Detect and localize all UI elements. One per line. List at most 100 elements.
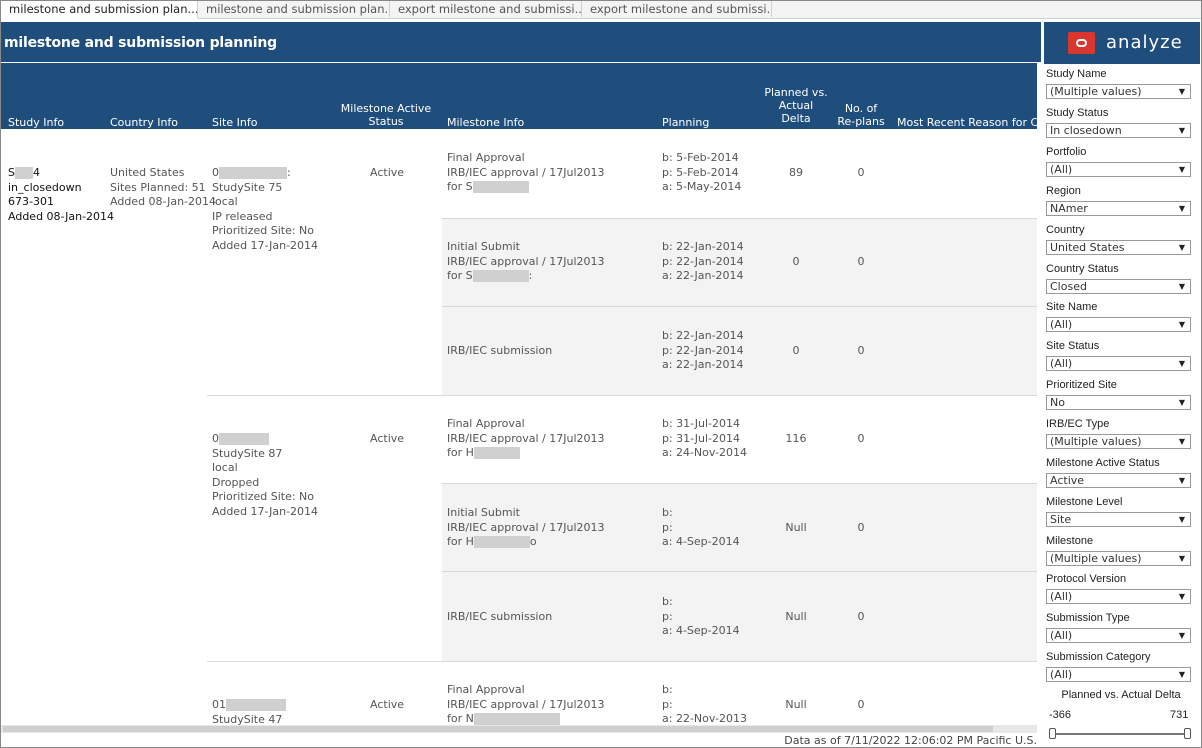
filter-submission-type[interactable]: (All) ▼ (1046, 628, 1191, 643)
milestone-name[interactable]: Final Approval (447, 151, 605, 166)
site-name: StudySite 75 (212, 180, 283, 194)
filter-study-name[interactable]: (Multiple values) ▼ (1046, 84, 1191, 99)
milestone-active-status: Active (370, 698, 405, 711)
redacted-text (472, 181, 529, 193)
planning-dates: b: p: a: 4-Sep-2014 (662, 595, 740, 639)
col-no-of-replans[interactable]: No. of Re-plans (831, 102, 891, 128)
delta-value: 0 (792, 255, 800, 268)
redacted-text (473, 713, 560, 725)
milestone-name[interactable]: Initial Submit (447, 506, 605, 521)
planning-planned: p: (662, 609, 673, 623)
planning-baseline: b: (662, 595, 673, 608)
planning-baseline: b: 31-Jul-2014 (662, 417, 740, 430)
filter-country[interactable]: United States ▼ (1046, 240, 1191, 255)
site-id[interactable]: 0: (212, 166, 318, 181)
filter-region[interactable]: NAmer ▼ (1046, 201, 1191, 216)
slider-handle-max[interactable] (1184, 728, 1191, 739)
data-grid: S4 in_closedown 673-301 Added 08-Jan-201… (1, 129, 1037, 725)
filter-milestone-level[interactable]: Site ▼ (1046, 512, 1191, 527)
country-name[interactable]: United States (110, 166, 216, 181)
chevron-down-icon: ▼ (1178, 398, 1185, 407)
country-sites-planned: Sites Planned: 51 (110, 180, 206, 194)
milestone-approval: IRB/IEC approval / 17Jul2013 (447, 520, 605, 534)
site-prioritized: Prioritized Site: No (212, 490, 314, 503)
col-planning[interactable]: Planning (662, 116, 709, 129)
tab-export-milestone-1[interactable]: export milestone and submissi... (390, 1, 582, 17)
milestone-name[interactable]: IRB/IEC submission (447, 610, 552, 625)
site-info: 0 StudySite 87 local Dropped Prioritized… (212, 432, 318, 519)
filter-label-submission-type: Submission Type (1046, 612, 1130, 624)
col-milestone-active-status-line2: Status (368, 115, 404, 128)
milestone-name[interactable]: IRB/IEC submission (447, 344, 552, 359)
filter-country-status[interactable]: Closed ▼ (1046, 279, 1191, 294)
milestone-name[interactable]: Initial Submit (447, 240, 605, 255)
filter-value: Active (1050, 474, 1085, 487)
horizontal-scrollbar[interactable] (1, 725, 1037, 733)
col-replans-line2: Re-plans (837, 115, 885, 128)
milestone-info: IRB/IEC submission (447, 344, 552, 359)
col-most-recent-reason[interactable]: Most Recent Reason for Char (897, 116, 1037, 129)
filter-site-name[interactable]: (All) ▼ (1046, 317, 1191, 332)
filter-milestone[interactable]: (Multiple values) ▼ (1046, 551, 1191, 566)
tab-milestone-planning-1[interactable]: milestone and submission plan... (1, 1, 198, 19)
filter-protocol-version[interactable]: (All) ▼ (1046, 589, 1191, 604)
slider-label-delta: Planned vs. Actual Delta (1061, 689, 1181, 701)
study-status: in_closedown (8, 180, 82, 194)
study-code: 673-301 (8, 195, 54, 208)
tab-export-milestone-2[interactable]: export milestone and submissi... (582, 1, 772, 17)
planning-actual: a: 22-Jan-2014 (662, 269, 744, 282)
filter-irb-ec-type[interactable]: (Multiple values) ▼ (1046, 434, 1191, 449)
slider-handle-min[interactable] (1049, 728, 1056, 739)
site-id[interactable]: 01 (212, 698, 286, 713)
site-name: StudySite 87 (212, 446, 283, 460)
col-milestone-info[interactable]: Milestone Info (447, 116, 524, 129)
planning-dates: b: 22-Jan-2014 p: 22-Jan-2014 a: 22-Jan-… (662, 329, 744, 373)
site-prioritized: Prioritized Site: No (212, 224, 314, 237)
filter-label-protocol-version: Protocol Version (1046, 573, 1127, 585)
country-added: Added 08-Jan-2014 (110, 195, 217, 208)
country-info: United States Sites Planned: 51 Added 08… (110, 166, 216, 210)
slider-max-value: 731 (1170, 709, 1189, 721)
milestone-info: Initial Submit IRB/IEC approval / 17Jul2… (447, 506, 605, 550)
redacted-text (473, 536, 530, 548)
milestone-for: for N (447, 712, 605, 725)
site-added: Added 17-Jan-2014 (212, 504, 319, 518)
filter-portfolio[interactable]: (All) ▼ (1046, 162, 1191, 177)
filter-study-status[interactable]: In closedown ▼ (1046, 123, 1191, 138)
slider-track[interactable] (1051, 733, 1186, 735)
planning-planned: p: 5-Feb-2014 (662, 165, 739, 179)
filter-value: In closedown (1050, 124, 1122, 137)
chevron-down-icon: ▼ (1178, 476, 1185, 485)
milestone-info: Initial Submit IRB/IEC approval / 17Jul2… (447, 240, 605, 284)
scrollbar-thumb[interactable] (3, 726, 993, 732)
delta-value: Null (785, 610, 807, 623)
filter-submission-category[interactable]: (All) ▼ (1046, 667, 1191, 682)
filter-label-prioritized-site: Prioritized Site (1046, 379, 1117, 391)
filter-value: (Multiple values) (1050, 85, 1142, 98)
col-study-info[interactable]: Study Info (8, 116, 64, 129)
study-name[interactable]: S4 (8, 166, 114, 181)
redacted-text (219, 433, 269, 445)
milestone-info: Final Approval IRB/IEC approval / 17Jul2… (447, 683, 605, 725)
col-country-info[interactable]: Country Info (110, 116, 178, 129)
col-site-info[interactable]: Site Info (212, 116, 257, 129)
planning-dates: b: p: a: 22-Nov-2013 (662, 683, 747, 725)
filter-label-irb-ec-type: IRB/EC Type (1046, 418, 1110, 430)
site-added: Added 17-Jan-2014 (212, 238, 319, 252)
col-milestone-active-status[interactable]: Milestone Active Status (331, 102, 441, 128)
milestone-for: for Ho (447, 535, 537, 548)
site-id[interactable]: 0 (212, 432, 318, 447)
filter-prioritized-site[interactable]: No ▼ (1046, 395, 1191, 410)
milestone-info: Final Approval IRB/IEC approval / 17Jul2… (447, 417, 605, 461)
filter-milestone-active-status[interactable]: Active ▼ (1046, 473, 1191, 488)
redacted-text (226, 699, 286, 711)
tab-milestone-planning-2[interactable]: milestone and submission plan... (198, 1, 390, 17)
filter-site-status[interactable]: (All) ▼ (1046, 356, 1191, 371)
replans-value: 0 (857, 432, 865, 445)
milestone-name[interactable]: Final Approval (447, 417, 605, 432)
milestone-name[interactable]: Final Approval (447, 683, 605, 698)
planning-baseline: b: 5-Feb-2014 (662, 151, 739, 164)
row-divider (442, 218, 1037, 219)
milestone-for: for H (447, 446, 605, 461)
col-planned-vs-actual-delta[interactable]: Planned vs. Actual Delta (756, 86, 836, 125)
